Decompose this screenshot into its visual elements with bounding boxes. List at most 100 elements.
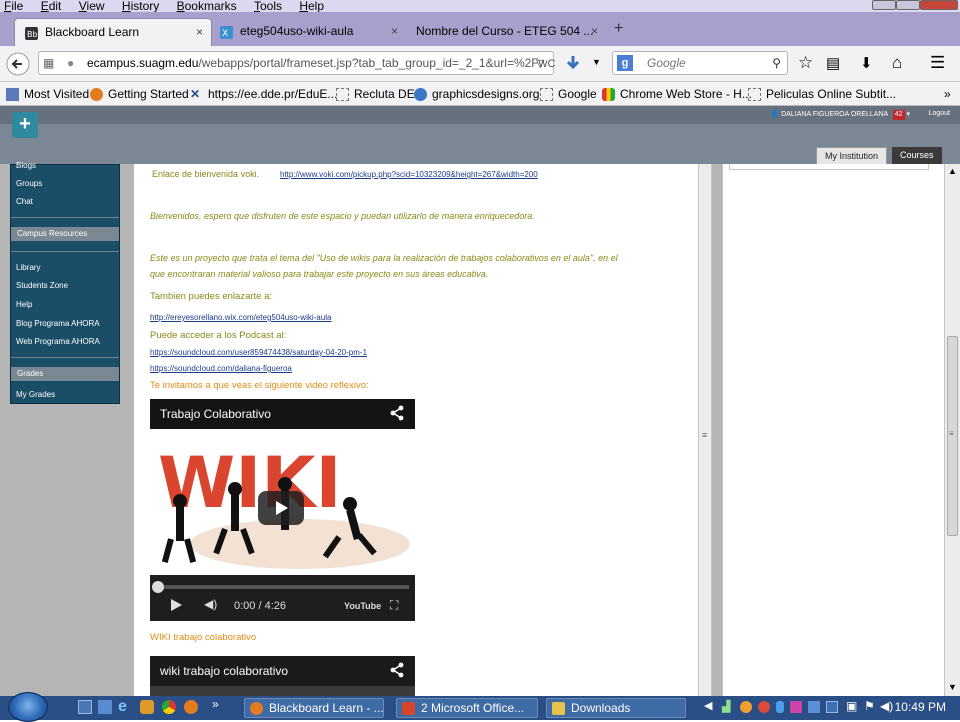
taskbar-microsoft-office[interactable]: 2 Microsoft Office... <box>396 698 538 718</box>
bookmark-most-visited[interactable]: Most Visited <box>6 82 89 105</box>
star-icon[interactable]: ☆ <box>798 53 813 73</box>
menu-bookmarks[interactable]: Bookmarks <box>177 0 237 12</box>
flag-icon[interactable]: ⚑ <box>864 699 875 713</box>
video-title[interactable]: wiki trabajo colaborativo <box>160 664 288 678</box>
menu-item-groups[interactable]: Groups <box>16 179 42 188</box>
menu-item-blogs[interactable]: Blogs <box>16 161 36 170</box>
search-input[interactable]: g Google ⚲ <box>612 51 788 75</box>
bookmark-graphicsdesigns[interactable]: graphicsdesigns.org <box>414 82 539 105</box>
menu-tools[interactable]: Tools <box>254 0 282 12</box>
tray-app-icon[interactable] <box>826 701 838 713</box>
tab-courses[interactable]: Courses <box>892 147 942 164</box>
url-bar[interactable]: ▦ ● ecampus.suagm.edu/webapps/portal/fra… <box>38 51 554 75</box>
podcast-link-2[interactable]: https://soundcloud.com/daliana-figueroa <box>150 364 292 373</box>
bookmark-ee-dde[interactable]: ✕ https://ee.dde.pr/EduE... <box>190 82 337 105</box>
bookmark-getting-started[interactable]: Getting Started <box>90 82 189 105</box>
video-player-wiki-trabajo[interactable]: wiki trabajo colaborativo <box>150 656 415 696</box>
progress-handle[interactable] <box>152 581 164 593</box>
close-tab-icon[interactable]: × <box>391 24 398 38</box>
content-scrollbar[interactable]: ≡ <box>698 164 712 696</box>
volume-icon[interactable]: ◀) <box>880 699 893 713</box>
progress-bar[interactable] <box>152 581 409 593</box>
quicklaunch-firefox-icon[interactable] <box>184 700 198 714</box>
menu-hamburger-icon[interactable]: ☰ <box>930 53 945 73</box>
menu-item-web-ahora[interactable]: Web Programa AHORA <box>16 337 100 346</box>
scroll-up-icon[interactable]: ▲ <box>948 166 957 176</box>
menu-item-my-grades[interactable]: My Grades <box>16 390 55 399</box>
downloads-icon[interactable]: ⬇ <box>860 54 873 72</box>
taskbar-blackboard[interactable]: Blackboard Learn - ... <box>244 698 384 718</box>
fullscreen-icon[interactable]: ⛶ <box>390 598 398 613</box>
maximize-button[interactable] <box>896 0 920 10</box>
download-arrow-icon[interactable] <box>564 54 582 72</box>
close-window-button[interactable] <box>920 0 958 10</box>
quicklaunch-ie-icon[interactable]: e <box>118 698 127 716</box>
scroll-down-icon[interactable]: ▼ <box>948 682 957 692</box>
podcast-link-1[interactable]: https://soundcloud.com/user859474438/sat… <box>150 348 367 357</box>
share-icon[interactable] <box>389 405 405 421</box>
tab-nombre-curso[interactable]: Nombre del Curso - ETEG 504 ... × <box>408 18 606 46</box>
chevron-down-icon[interactable]: ▾ <box>906 111 910 118</box>
search-icon[interactable]: ⚲ <box>772 52 781 74</box>
video-title[interactable]: Trabajo Colaborativo <box>160 407 271 421</box>
menu-item-help[interactable]: Help <box>16 300 32 309</box>
reload-icon[interactable]: ▽ C <box>536 57 555 70</box>
quicklaunch-chrome-icon[interactable] <box>162 700 176 714</box>
menu-item-library[interactable]: Library <box>16 263 40 272</box>
play-button[interactable] <box>258 491 304 525</box>
signal-icon[interactable]: ▟ <box>722 700 730 713</box>
quicklaunch-overflow-icon[interactable]: » <box>212 697 219 711</box>
notification-badge[interactable]: 42 <box>892 110 905 120</box>
tray-app-icon[interactable] <box>790 701 802 713</box>
tab-blackboard-learn[interactable]: Bb Blackboard Learn × <box>14 18 212 46</box>
tray-app-icon[interactable] <box>808 701 820 713</box>
scroll-thumb[interactable]: ≡ <box>947 336 958 536</box>
close-tab-icon[interactable]: × <box>591 24 598 38</box>
bookmarks-overflow-icon[interactable]: » <box>944 82 951 105</box>
back-arrow-icon[interactable] <box>6 52 30 76</box>
volume-icon[interactable]: ◀) <box>204 597 217 611</box>
bookmark-chrome-store[interactable]: Chrome Web Store - H... <box>602 82 752 105</box>
tray-app-icon[interactable] <box>758 701 770 713</box>
menu-edit[interactable]: Edit <box>41 0 62 12</box>
add-menu-button[interactable]: + <box>12 112 38 138</box>
reader-list-icon[interactable]: ▤ <box>826 54 840 72</box>
bookmark-google[interactable]: Google <box>540 82 597 105</box>
share-icon[interactable] <box>389 662 405 678</box>
site-identity-icon[interactable]: ● <box>67 52 74 74</box>
taskbar-clock[interactable]: 10:49 PM <box>895 700 946 714</box>
quicklaunch-explorer-icon[interactable] <box>98 700 112 714</box>
wix-link[interactable]: http://ereyesorellano.wix.com/eteg504uso… <box>150 313 331 322</box>
quicklaunch-desktop-icon[interactable] <box>78 700 92 714</box>
tray-chevron-icon[interactable]: ◀ <box>704 699 712 712</box>
youtube-logo[interactable]: YouTube <box>344 601 381 611</box>
chevron-down-icon[interactable]: ▼ <box>592 57 601 67</box>
quicklaunch-media-icon[interactable] <box>140 700 154 714</box>
home-icon[interactable]: ⌂ <box>892 53 902 73</box>
menu-file[interactable]: File <box>4 0 23 12</box>
network-icon[interactable]: ▣ <box>846 699 857 713</box>
menu-item-blog-ahora[interactable]: Blog Programa AHORA <box>16 319 100 328</box>
close-tab-icon[interactable]: × <box>196 25 203 39</box>
menu-item-students-zone[interactable]: Students Zone <box>16 281 68 290</box>
play-icon[interactable] <box>168 597 184 613</box>
tray-app-icon[interactable] <box>740 701 752 713</box>
page-info-icon[interactable]: ▦ <box>43 52 54 74</box>
menu-item-chat[interactable]: Chat <box>16 197 33 206</box>
logout-link[interactable]: Logout <box>929 110 950 117</box>
start-button[interactable] <box>8 692 48 722</box>
bookmark-recluta[interactable]: Recluta DE <box>336 82 415 105</box>
page-scrollbar[interactable]: ▲ ≡ ▼ <box>944 164 960 696</box>
resize-grip-icon[interactable]: ≡ <box>702 430 707 440</box>
taskbar-downloads[interactable]: Downloads <box>546 698 686 718</box>
user-menu[interactable]: 👤 DALIANA FIGUEROA ORELLANA 42 ▾ <box>771 110 910 120</box>
menu-help[interactable]: Help <box>299 0 324 12</box>
video-player-trabajo-colaborativo[interactable]: Trabajo Colaborativo WIKI ◀) 0:00 / 4:26… <box>150 399 415 621</box>
tray-app-icon[interactable] <box>776 701 784 713</box>
tab-wiki-aula[interactable]: X eteg504uso-wiki-aula × <box>210 18 406 46</box>
bookmark-peliculas[interactable]: Peliculas Online Subtit... <box>748 82 896 105</box>
new-tab-button[interactable]: + <box>614 20 623 38</box>
menu-view[interactable]: View <box>79 0 105 12</box>
tab-my-institution[interactable]: My Institution <box>816 147 888 164</box>
minimize-button[interactable] <box>872 0 896 10</box>
